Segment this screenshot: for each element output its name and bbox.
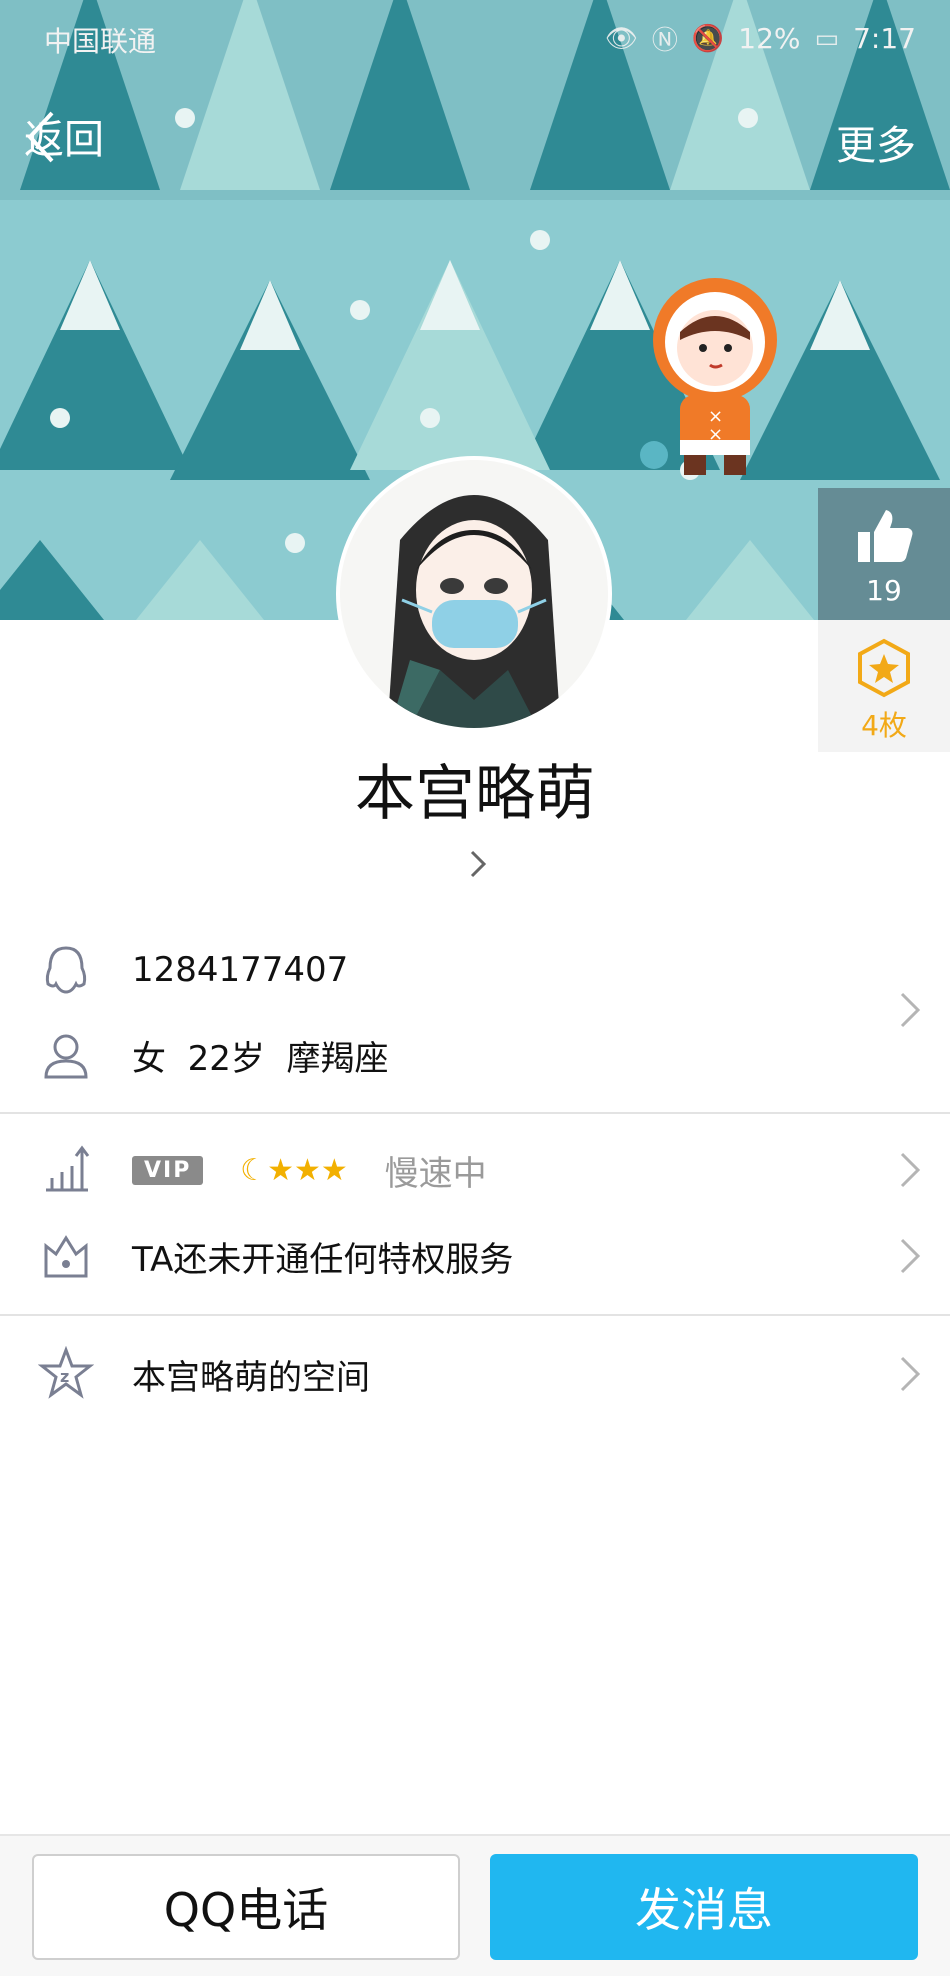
crown-icon	[44, 1235, 88, 1278]
nickname: 本宫略萌	[355, 759, 595, 829]
star-icon: ★	[267, 1152, 294, 1188]
level-chart-icon	[46, 1145, 90, 1192]
side-panel: 19 4枚	[818, 488, 950, 752]
chevron-right-icon	[900, 1356, 921, 1392]
divider	[0, 1112, 950, 1114]
person-icon	[44, 1034, 88, 1079]
level-icons: ☾★★★	[240, 1153, 348, 1188]
personal-info: 女 22岁 摩羯座	[132, 1031, 389, 1080]
speed-status: 慢速中	[384, 1153, 487, 1194]
avatar[interactable]	[340, 460, 608, 728]
personal-info-row[interactable]: 女 22岁 摩羯座	[0, 1025, 950, 1085]
chevron-right-icon	[900, 1152, 921, 1188]
back-button[interactable]: 返回	[24, 107, 104, 165]
privilege-row[interactable]: TA还未开通任何特权服务	[0, 1226, 950, 1286]
age: 22岁	[187, 1038, 265, 1079]
chevron-right-icon	[900, 1238, 921, 1274]
battery-percent: 12%	[738, 22, 801, 55]
like-button[interactable]: 19	[818, 488, 950, 620]
chevron-right-icon[interactable]	[468, 848, 488, 880]
chevron-right-icon[interactable]	[898, 990, 922, 1030]
carrier-label: 中国联通	[44, 25, 157, 58]
nav-bar: 返回 更多	[0, 95, 950, 185]
moon-icon: ☾	[240, 1152, 268, 1188]
star-icon: ★	[293, 1152, 321, 1188]
vip-level-content: VIP ☾★★★ 慢速中	[132, 1146, 487, 1195]
qq-number: 1284177407	[132, 950, 349, 990]
qq-call-button[interactable]: QQ电话	[32, 1854, 460, 1960]
like-count: 19	[866, 574, 902, 607]
star-icon: ★	[320, 1152, 348, 1188]
badge-count: 4枚	[861, 709, 907, 742]
avatar-illustration	[340, 460, 608, 728]
nfc-icon: Ⓝ	[651, 26, 678, 56]
vip-level-row[interactable]: VIP ☾★★★ 慢速中	[0, 1140, 950, 1200]
send-message-button[interactable]: 发消息	[490, 1854, 918, 1960]
qzone-star-icon: z	[38, 1346, 94, 1399]
status-icons: 👁 Ⓝ 🔕 12% ▭ 7:17	[605, 20, 916, 57]
battery-icon: ▭	[814, 23, 840, 54]
privilege-label: TA还未开通任何特权服务	[132, 1239, 514, 1280]
status-bar: 中国联通 👁 Ⓝ 🔕 12% ▭ 7:17	[0, 0, 950, 75]
zodiac: 摩羯座	[286, 1038, 389, 1079]
bottom-action-bar: QQ电话 发消息	[0, 1834, 950, 1976]
star-badge-icon	[858, 638, 910, 698]
vip-tag: VIP	[132, 1155, 204, 1185]
svg-text:z: z	[60, 1367, 69, 1386]
penguin-icon	[45, 946, 87, 994]
more-button[interactable]: 更多	[836, 113, 916, 171]
svg-text:×: ×	[708, 424, 723, 445]
thumbs-up-icon	[858, 510, 913, 562]
chevron-left-icon	[27, 111, 54, 163]
qzone-label: 本宫略萌的空间	[132, 1357, 370, 1398]
qq-number-row[interactable]: 1284177407	[0, 940, 950, 1000]
qzone-row[interactable]: z 本宫略萌的空间	[0, 1344, 950, 1404]
gender: 女	[132, 1038, 166, 1079]
mute-bell-icon: 🔕	[691, 23, 725, 54]
divider	[0, 1314, 950, 1316]
clock: 7:17	[853, 22, 916, 55]
badge-button[interactable]: 4枚	[818, 620, 950, 752]
eye-icon: 👁	[604, 23, 638, 54]
